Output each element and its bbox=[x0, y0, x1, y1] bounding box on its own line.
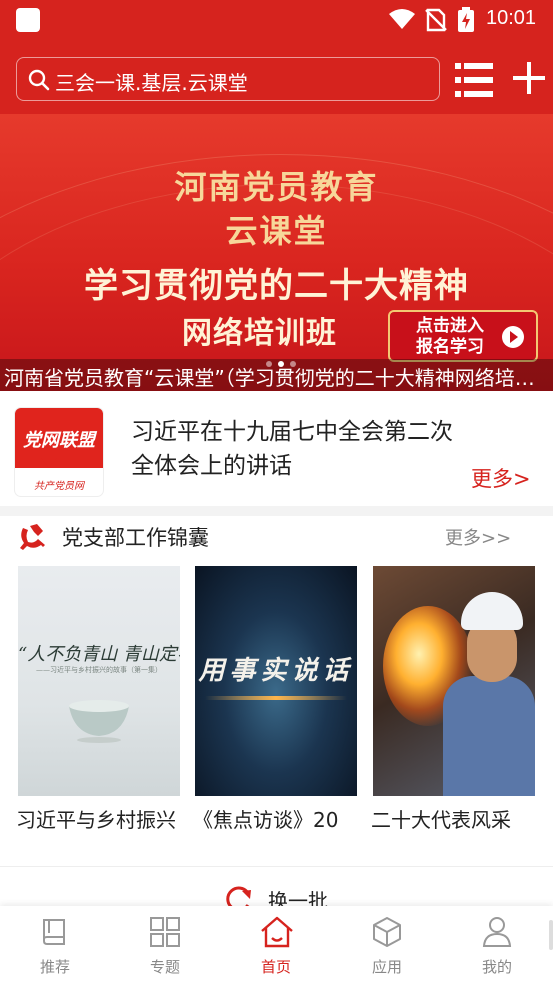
party-emblem-icon bbox=[20, 524, 45, 550]
logo-bubble-tail bbox=[41, 458, 57, 468]
carousel-dot[interactable] bbox=[278, 361, 284, 367]
search-icon bbox=[28, 69, 50, 91]
banner-signup-button[interactable]: 点击进入报名学习 bbox=[388, 310, 538, 362]
card-list: “人不负青山 青山定不负人” ——习近平与乡村振兴的故事（第一集） 习近平与乡村… bbox=[0, 566, 553, 836]
thumbnail-subtext: ——习近平与乡村振兴的故事（第一集） bbox=[36, 666, 162, 674]
banner-title: 河南党员教育 bbox=[174, 168, 379, 206]
plus-icon[interactable] bbox=[513, 62, 545, 94]
nav-item-apps[interactable]: 应用 bbox=[332, 906, 442, 983]
headline-more-link[interactable]: 更多> bbox=[471, 463, 531, 493]
user-icon bbox=[482, 917, 512, 947]
cube-icon bbox=[373, 917, 401, 947]
section-more-link[interactable]: 更多>> bbox=[445, 524, 511, 550]
carousel-dots bbox=[266, 352, 302, 371]
headline-title[interactable]: 习近平在十九届七中全会第二次全体会上的讲话 bbox=[131, 415, 466, 483]
thumbnail-glow bbox=[205, 696, 347, 700]
nav-label: 应用 bbox=[371, 958, 402, 976]
status-bar: 10:01 bbox=[0, 0, 553, 40]
party-network-logo: 党网联盟 共产党员网 bbox=[15, 408, 103, 496]
search-input[interactable]: 三会一课.基层.云课堂 bbox=[55, 67, 248, 96]
nav-item-recommend[interactable]: 推荐 bbox=[0, 906, 110, 983]
promo-banner[interactable]: 河南党员教育 云课堂 学习贯彻党的二十大精神 网络培训班 点击进入报名学习 河南… bbox=[0, 114, 553, 391]
status-time: 10:01 bbox=[486, 7, 537, 29]
no-sim-icon bbox=[425, 8, 447, 32]
card-title: 《焦点访谈》20 bbox=[193, 808, 339, 832]
home-icon bbox=[261, 916, 293, 948]
banner-headline-2: 网络培训班 bbox=[182, 316, 337, 351]
card-thumbnail bbox=[373, 566, 535, 796]
card-thumbnail: 用事实说话 bbox=[195, 566, 357, 796]
search-bar[interactable]: 三会一课.基层.云课堂 bbox=[16, 57, 440, 101]
banner-subtitle: 云课堂 bbox=[225, 212, 328, 250]
logo-subtext: 共产党员网 bbox=[34, 481, 84, 492]
floating-edge-handle[interactable] bbox=[549, 920, 553, 950]
nav-item-home[interactable]: 首页 bbox=[221, 906, 331, 983]
nav-item-mine[interactable]: 我的 bbox=[442, 906, 552, 983]
section-divider bbox=[0, 506, 553, 516]
bottom-nav: 推荐 专题 首页 应用 我的 bbox=[0, 906, 553, 983]
nav-label: 专题 bbox=[149, 958, 180, 976]
refresh-batch-button[interactable]: 换一批 bbox=[0, 866, 553, 913]
refresh-icon bbox=[226, 886, 251, 907]
section-title: 党支部工作锦囊 bbox=[62, 526, 209, 550]
battery-charging-icon bbox=[458, 7, 474, 32]
card-thumbnail: “人不负青山 青山定不负人” ——习近平与乡村振兴的故事（第一集） bbox=[18, 566, 180, 796]
grid-icon bbox=[150, 917, 180, 947]
thumbnail-text: 用事实说话 bbox=[198, 656, 354, 686]
play-icon bbox=[502, 326, 524, 348]
logo-text: 党网联盟 bbox=[23, 430, 95, 451]
banner-cta-label: 点击进入报名学习 bbox=[416, 316, 484, 357]
tea-bowl-image bbox=[69, 700, 129, 743]
worker-figure bbox=[443, 676, 535, 796]
nav-item-topics[interactable]: 专题 bbox=[110, 906, 220, 983]
card-title: 二十大代表风采 bbox=[371, 808, 511, 832]
thumbnail-text: “人不负青山 青山定不负人” bbox=[18, 644, 180, 665]
card-title: 习近平与乡村振兴 bbox=[16, 808, 176, 832]
safety-helmet bbox=[461, 592, 523, 630]
notification-app-icon bbox=[16, 8, 40, 32]
nav-label: 我的 bbox=[481, 958, 512, 976]
list-menu-icon[interactable] bbox=[455, 62, 493, 98]
top-bar: 10:01 三会一课.基层.云课堂 bbox=[0, 0, 553, 114]
nav-label: 首页 bbox=[260, 958, 291, 976]
banner-headline: 学习贯彻党的二十大精神 bbox=[84, 266, 469, 306]
carousel-dot[interactable] bbox=[266, 361, 272, 367]
section-header: 党支部工作锦囊 更多>> bbox=[0, 516, 553, 556]
nav-label: 推荐 bbox=[39, 958, 70, 976]
wifi-icon bbox=[389, 9, 415, 29]
book-icon bbox=[43, 919, 65, 945]
carousel-dot[interactable] bbox=[290, 361, 296, 367]
headline-card[interactable]: 党网联盟 共产党员网 习近平在十九届七中全会第二次全体会上的讲话 更多> bbox=[0, 391, 553, 506]
